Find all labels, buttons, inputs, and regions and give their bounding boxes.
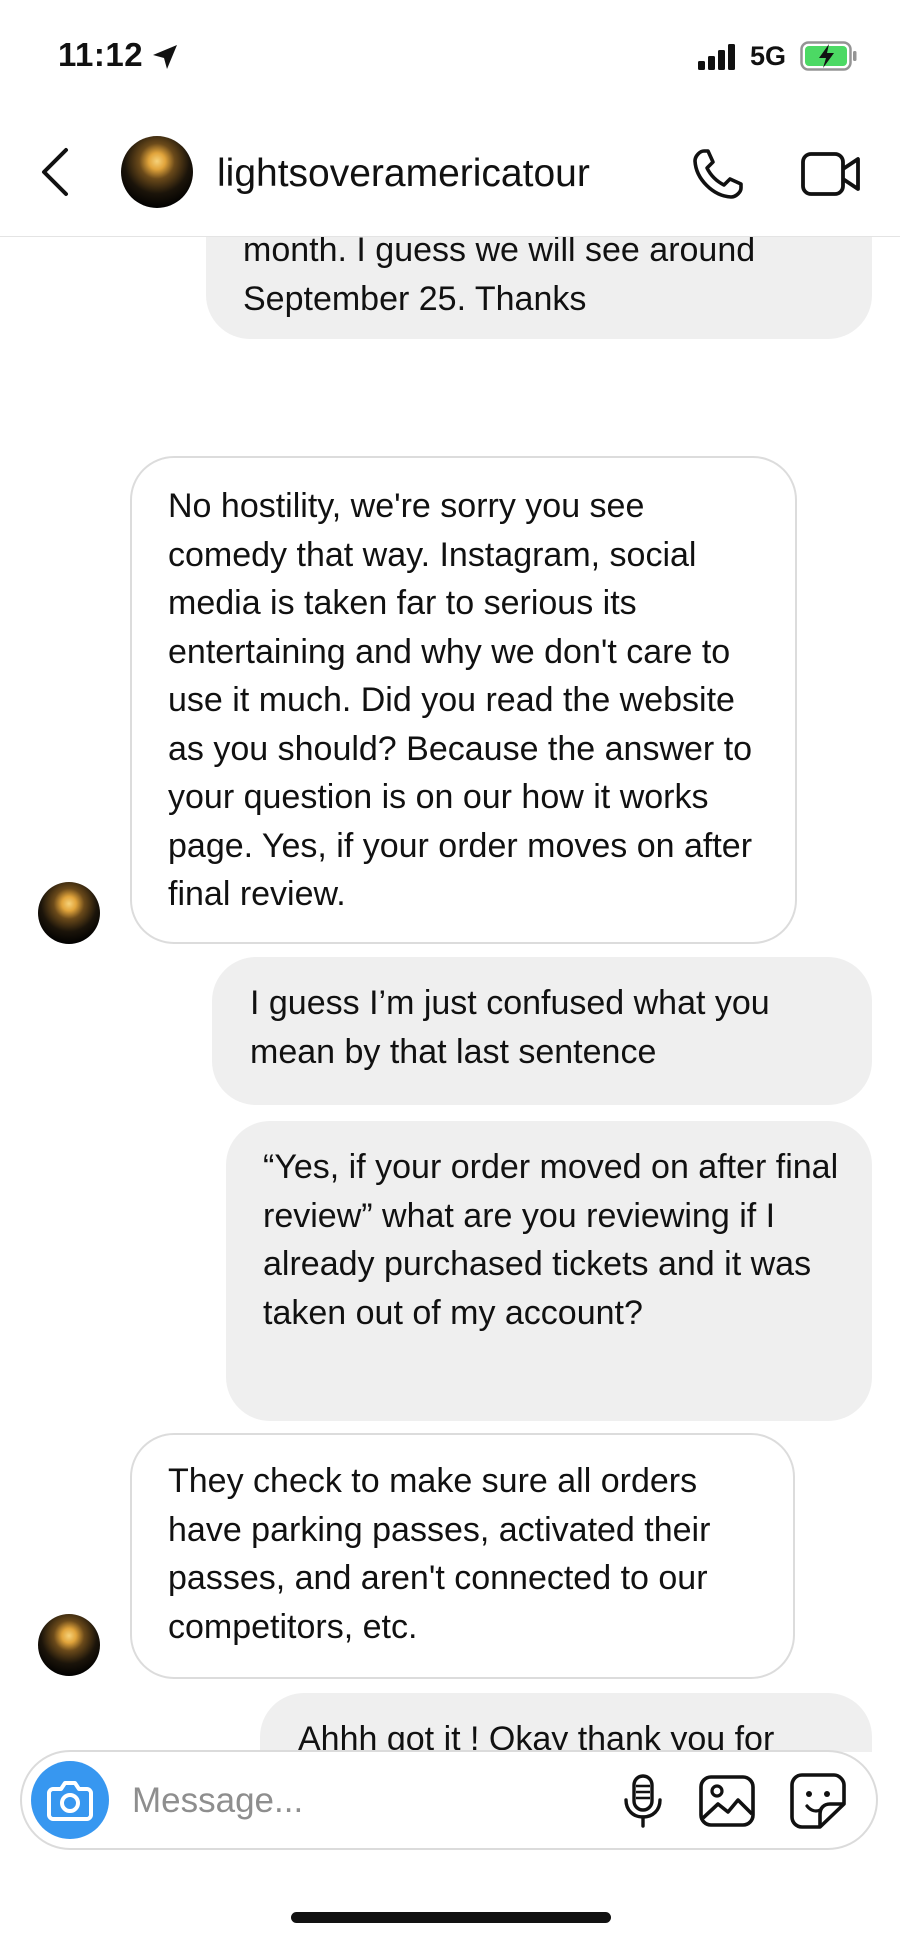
- chat-header: lightsoveramericatour: [0, 112, 900, 237]
- outgoing-message[interactable]: Ahhh got it ! Okay thank you for: [260, 1693, 872, 1752]
- message-composer: [20, 1750, 878, 1850]
- message-text: I guess I’m just confused what you mean …: [250, 984, 770, 1071]
- status-time: 11:12: [58, 36, 144, 73]
- message-input[interactable]: [130, 1772, 614, 1830]
- message-text: No hostility, we're sorry you see comedy…: [168, 487, 753, 913]
- microphone-icon[interactable]: [615, 1772, 671, 1830]
- message-text: Ahhh got it ! Okay thank you for: [298, 1720, 775, 1752]
- outgoing-message[interactable]: I guess I’m just confused what you mean …: [212, 957, 872, 1105]
- outgoing-message[interactable]: “Yes, if your order moved on after final…: [226, 1121, 872, 1421]
- cellular-signal-icon: [698, 44, 735, 70]
- battery-charging-icon: [800, 41, 857, 71]
- incoming-message[interactable]: They check to make sure all orders have …: [130, 1433, 795, 1679]
- camera-icon: [47, 1781, 93, 1821]
- photo-gallery-icon[interactable]: [698, 1774, 756, 1828]
- sender-avatar[interactable]: [38, 882, 100, 944]
- video-call-icon[interactable]: [800, 148, 862, 200]
- home-indicator[interactable]: [291, 1912, 611, 1923]
- location-arrow-icon: [153, 45, 177, 69]
- status-bar: 11:12 5G: [0, 0, 900, 110]
- message-text: “Yes, if your order moved on after final…: [263, 1148, 839, 1332]
- message-thread[interactable]: have yet received any information still …: [0, 236, 900, 1752]
- network-type: 5G: [750, 41, 787, 71]
- outgoing-message[interactable]: have yet received any information still …: [206, 236, 872, 339]
- message-text: have yet received any information still …: [243, 236, 756, 318]
- back-chevron-icon[interactable]: [38, 146, 74, 198]
- contact-avatar[interactable]: [121, 136, 193, 208]
- message-text: They check to make sure all orders have …: [168, 1462, 711, 1646]
- incoming-message[interactable]: No hostility, we're sorry you see comedy…: [130, 456, 797, 944]
- sender-avatar[interactable]: [38, 1614, 100, 1676]
- sticker-icon[interactable]: [788, 1772, 848, 1830]
- contact-username[interactable]: lightsoveramericatour: [217, 152, 590, 196]
- phone-call-icon[interactable]: [690, 146, 746, 202]
- camera-button[interactable]: [31, 1761, 109, 1839]
